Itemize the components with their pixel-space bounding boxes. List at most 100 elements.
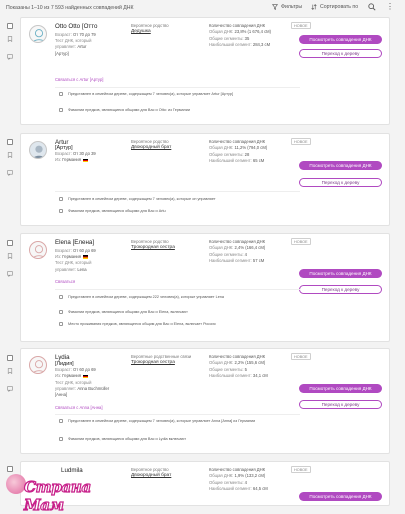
match-name-native: [Елена] xyxy=(72,239,95,246)
surnames-info: Фамилии предков, являющиеся общими для В… xyxy=(59,437,299,443)
from-value: Германия xyxy=(62,157,82,163)
match-meta: Возраст: От 60 до 69 Из: Германия Тест Д… xyxy=(55,248,96,273)
dna-stats: Количество совпадения ДНК Общая ДНК: 11,… xyxy=(209,139,297,164)
new-badge: НОВОЕ xyxy=(291,138,311,145)
tree-icon xyxy=(59,419,63,423)
go-to-tree-button[interactable]: Переход к дереву xyxy=(299,285,382,294)
divider xyxy=(55,289,300,290)
select-checkbox[interactable] xyxy=(7,355,13,361)
age-label: Возраст: xyxy=(55,32,72,37)
tree-icon xyxy=(59,92,63,96)
select-checkbox[interactable] xyxy=(7,240,13,246)
go-to-tree-button[interactable]: Переход к дереву xyxy=(299,49,382,58)
dna-stats: Количество совпадения ДНК Общая ДНК: 23,… xyxy=(209,23,297,48)
surnames-info-text: Фамилии предков, являющиеся общими для В… xyxy=(68,310,188,314)
note-icon[interactable] xyxy=(7,271,13,278)
note-icon[interactable] xyxy=(7,386,13,393)
relationship-block: Вероятные родственные связи Троюродная с… xyxy=(131,354,211,366)
sort-button[interactable]: Сортировать по xyxy=(311,4,358,10)
age-label: Возраст: xyxy=(55,367,72,373)
tree-info-text: Представлен в семейном дереве, содержаще… xyxy=(68,197,216,201)
sort-label: Сортировать по xyxy=(320,4,359,10)
from-value: Германия xyxy=(62,254,82,260)
age-value: От 60 до 69 xyxy=(73,367,96,373)
bookmark-icon[interactable] xyxy=(7,368,13,374)
bookmark-icon[interactable] xyxy=(7,253,13,259)
view-dna-match-button[interactable]: Посмотреть совпадения ДНК xyxy=(299,269,382,278)
note-icon[interactable] xyxy=(7,170,13,177)
surnames-info: Фамилии предков, являющиеся общими для В… xyxy=(59,209,299,215)
match-name-text: Elena xyxy=(55,239,71,246)
avatar[interactable] xyxy=(29,356,47,374)
largest-label: Наибольший сегмент: xyxy=(209,485,252,491)
germany-flag-icon xyxy=(83,255,89,259)
sort-icon xyxy=(311,4,317,10)
card-controls xyxy=(7,139,16,187)
shared-dna-value: 11,2% (794,0 сМ) xyxy=(234,145,268,151)
from-label: Из: xyxy=(55,157,62,163)
watermark-avatar xyxy=(6,474,26,494)
relationship-block: Вероятное родство Двоюродный брат xyxy=(131,467,211,479)
relationship-value[interactable]: Двоюродный брат xyxy=(131,473,211,479)
bookmark-icon[interactable] xyxy=(7,152,13,158)
segments-value: 35 xyxy=(244,35,250,41)
go-to-tree-button[interactable]: Переход к дереву xyxy=(299,400,382,409)
tree-icon xyxy=(59,295,63,299)
age-label: Возраст: xyxy=(55,248,72,253)
tree-info: Представлен в семейном дереве, содержаще… xyxy=(59,419,299,425)
largest-label: Наибольший сегмент: xyxy=(209,157,252,163)
relationship-value[interactable]: Дедушка xyxy=(131,29,211,35)
segments-value: 28 xyxy=(244,151,250,157)
from-value: Германия xyxy=(62,373,82,379)
match-card: Otto Otto [Отто Возраст: От 70 до 79 Тес… xyxy=(20,17,390,125)
filter-icon xyxy=(272,4,278,10)
match-card: Elena [Елена] Возраст: От 60 до 69 Из: Г… xyxy=(20,233,390,342)
contact-link[interactable]: Связаться с Anna [Анна] xyxy=(55,405,103,410)
bookmark-icon[interactable] xyxy=(7,36,13,42)
view-dna-match-button[interactable]: Посмотреть совпадения ДНК xyxy=(299,35,382,44)
relationship-value[interactable]: Троюродная сестра xyxy=(131,360,211,366)
relationship-value[interactable]: Троюродная сестра xyxy=(131,245,211,251)
site-watermark-logo: Страна Мам xyxy=(6,472,126,514)
divider xyxy=(55,87,300,88)
largest-label: Наибольший сегмент: xyxy=(209,257,252,263)
germany-flag-icon xyxy=(83,158,89,163)
surnames-info-text: Фамилии предков, являющиеся общими для В… xyxy=(68,437,186,441)
avatar[interactable] xyxy=(29,25,47,43)
person-silhouette-icon xyxy=(32,29,46,42)
relationship-block: Вероятное родство Двоюродный брат xyxy=(131,139,211,151)
tree-info-text: Представлен в семейном дереве, содержаще… xyxy=(68,92,234,96)
search-icon[interactable] xyxy=(368,3,376,11)
select-checkbox[interactable] xyxy=(7,139,13,145)
go-to-tree-button[interactable]: Переход к дереву xyxy=(299,178,382,187)
more-options-icon[interactable]: ⋮ xyxy=(386,3,394,11)
divider xyxy=(55,191,300,192)
surnames-info: Фамилии предков, являющиеся общими для В… xyxy=(59,310,299,316)
select-checkbox[interactable] xyxy=(7,23,13,29)
note-icon[interactable] xyxy=(7,54,13,61)
match-name[interactable]: Elena [Елена] xyxy=(55,239,94,246)
largest-value: 65 сМ xyxy=(252,157,265,163)
test-label: Тест ДНК, который xyxy=(55,38,92,44)
view-dna-match-button[interactable]: Посмотреть совпадения ДНК xyxy=(299,384,382,393)
largest-value: 57 сМ xyxy=(252,257,265,263)
shared-dna-label: Общая ДНК: xyxy=(209,360,234,366)
avatar[interactable] xyxy=(29,141,47,159)
contact-link[interactable]: Связаться с Artur [Артур] xyxy=(55,77,103,82)
match-name[interactable]: Otto Otto [Отто xyxy=(55,23,97,30)
contact-link[interactable]: Связаться xyxy=(55,279,75,284)
avatar[interactable] xyxy=(29,241,47,259)
new-badge: НОВОЕ xyxy=(291,353,311,360)
match-name-native: [Лидия] xyxy=(55,361,74,367)
view-dna-match-button[interactable]: Посмотреть совпадения ДНК xyxy=(299,161,382,170)
filters-button[interactable]: Фильтры xyxy=(272,4,302,10)
match-name[interactable]: Lydia xyxy=(55,354,70,361)
location-icon xyxy=(59,322,63,326)
match-meta: [Лидия] Возраст: От 60 до 69 Из: Германи… xyxy=(55,361,109,398)
from-label: Из: xyxy=(55,373,62,379)
surname-icon xyxy=(59,437,63,441)
relationship-value[interactable]: Двоюродный брат xyxy=(131,145,211,151)
shared-dna-label: Общая ДНК: xyxy=(209,29,234,35)
manager-value: Artur xyxy=(77,44,87,50)
match-name-native: [Артур] xyxy=(55,145,73,151)
